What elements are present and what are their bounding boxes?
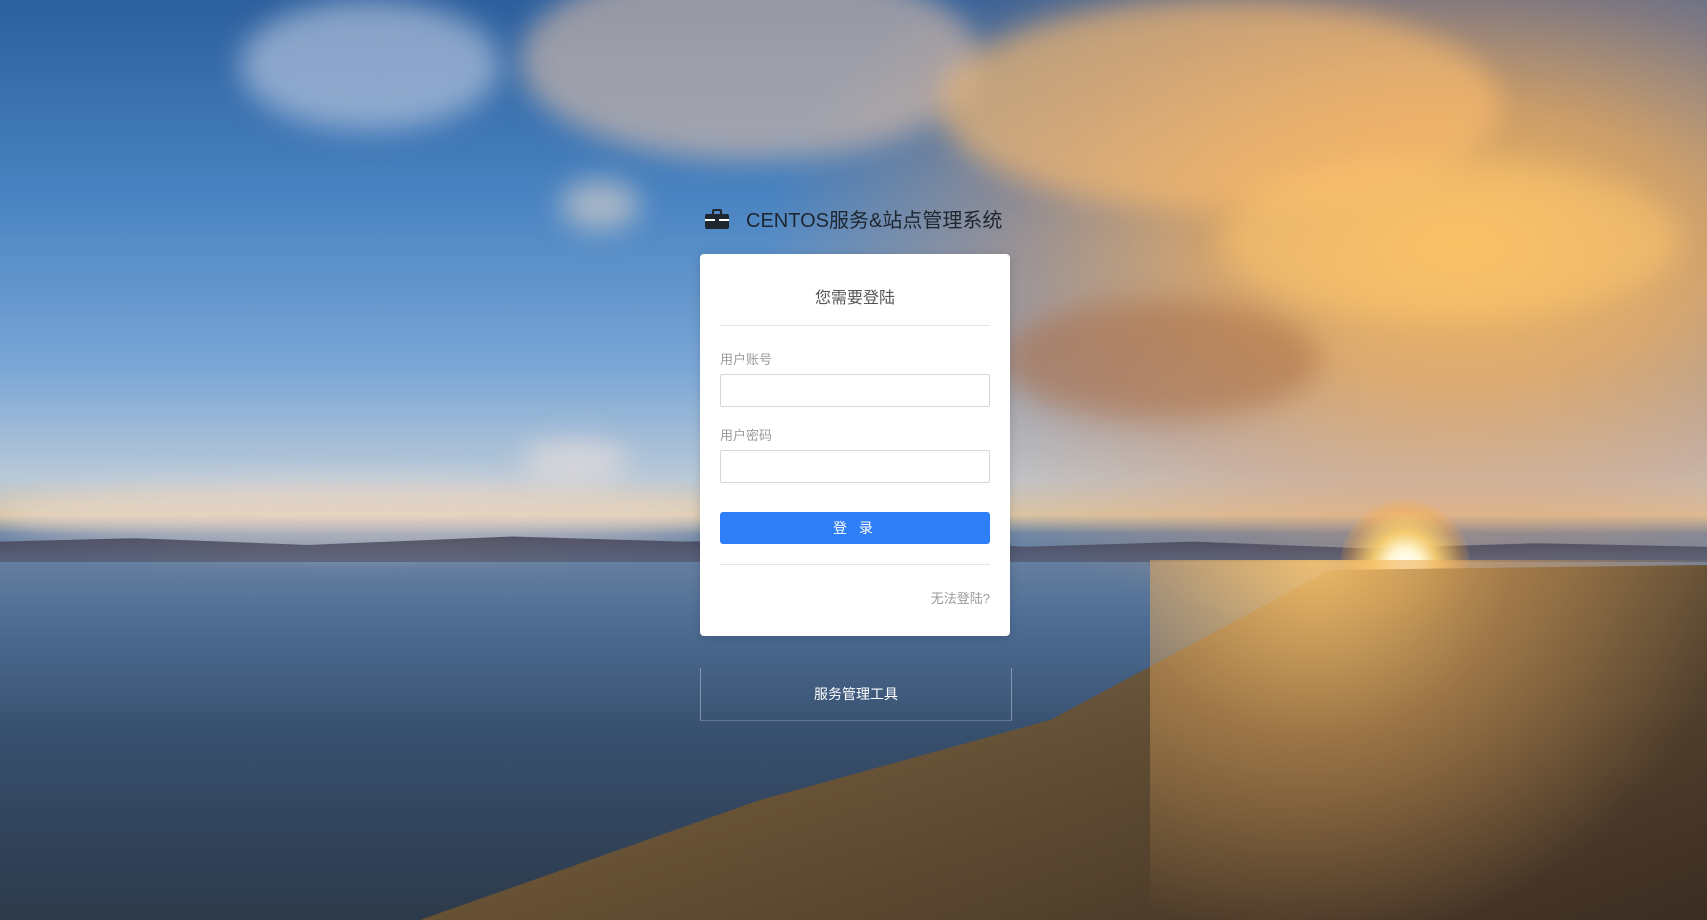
password-label: 用户密码 — [720, 428, 773, 443]
cloud — [240, 0, 500, 130]
app-brand: CENTOS服务&站点管理系统 — [704, 204, 1002, 233]
password-input[interactable] — [720, 450, 990, 483]
cloud — [560, 180, 640, 230]
username-label: 用户账号 — [720, 352, 773, 367]
briefcase-icon — [704, 206, 730, 232]
divider — [720, 325, 990, 326]
login-card: 您需要登陆 用户账号 用户密码 登 录 无法登陆? — [700, 254, 1010, 636]
service-tool-label: 服务管理工具 — [814, 686, 898, 702]
app-title: CENTOS服务&站点管理系统 — [746, 210, 1003, 232]
login-card-title: 您需要登陆 — [814, 290, 895, 307]
cloud — [1220, 160, 1680, 320]
cloud — [520, 440, 630, 480]
beach-sunlight — [1150, 560, 1707, 920]
cloud — [1000, 300, 1320, 420]
cant-login-link[interactable]: 无法登陆? — [931, 588, 990, 607]
divider — [720, 564, 990, 565]
login-button[interactable]: 登 录 — [720, 512, 990, 544]
username-input[interactable] — [720, 374, 990, 407]
service-tool-link[interactable]: 服务管理工具 — [700, 668, 1012, 721]
